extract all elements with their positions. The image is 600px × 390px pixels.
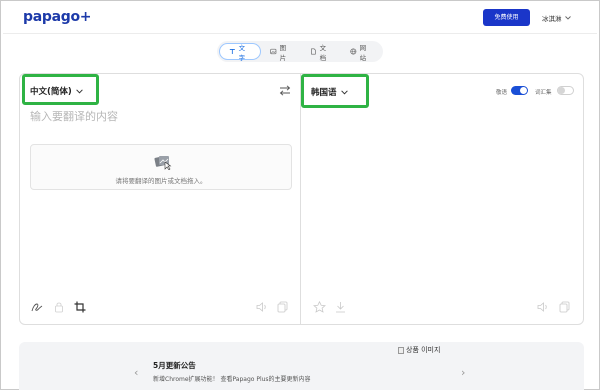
honorific-toggle[interactable] [511, 86, 528, 95]
source-language-label: 中文(简体) [30, 87, 72, 97]
tab-image[interactable]: 图片 [261, 43, 301, 62]
download-icon[interactable] [335, 301, 346, 313]
tab-image-label: 图片 [279, 43, 287, 62]
speaker-icon[interactable] [537, 301, 549, 313]
tab-document[interactable]: 文档 [301, 43, 341, 62]
source-text-input[interactable]: 输入要翻译的内容 [30, 108, 118, 124]
lock-icon [55, 302, 63, 313]
chevron-down-icon [340, 89, 348, 95]
swap-languages-icon[interactable] [279, 85, 291, 96]
copy-icon[interactable] [559, 301, 570, 313]
banner-image-alt: 상품 이미지 [406, 346, 441, 354]
banner-title: 5月更新公告 [153, 361, 196, 370]
banner-product-image: 상품 이미지 [398, 346, 468, 355]
update-banner[interactable]: ‹ 5月更新公告 新增Chrome扩展功能！ 查看Papago Plus的主要更… [19, 342, 584, 390]
papago-logo[interactable]: papago+ [23, 9, 92, 25]
user-name: 冰淇淋 [542, 15, 562, 23]
tab-document-label: 文档 [319, 43, 327, 62]
app-window: papago+ 免费使用 冰淇淋 文字 图片 文档 网站 中文(简体) 输入要翻… [0, 0, 600, 390]
glossary-toggle[interactable] [557, 86, 574, 95]
file-drop-zone[interactable]: 请将要翻译的图片或文档拖入。 [30, 144, 292, 190]
broken-image-icon [398, 347, 404, 354]
tab-website-label: 网站 [359, 43, 367, 62]
glossary-toggle-knob [558, 87, 565, 94]
document-icon [311, 48, 316, 55]
banner-next-arrow[interactable]: › [461, 366, 465, 379]
tab-text[interactable]: 文字 [219, 43, 261, 62]
header-divider [3, 33, 597, 34]
banner-prev-arrow[interactable]: ‹ [134, 366, 138, 379]
glossary-label: 词汇集 [535, 90, 552, 96]
target-language-label: 韩国语 [311, 88, 337, 98]
free-use-button[interactable]: 免费使用 [483, 9, 530, 26]
crop-icon[interactable] [74, 301, 86, 313]
honorific-label: 敬语 [496, 90, 508, 96]
target-panel: 韩国语 敬语 词汇集 [300, 73, 584, 325]
star-icon[interactable] [313, 301, 326, 313]
source-panel: 中文(简体) 输入要翻译的内容 请将要翻译的图片或文档拖入。 [19, 73, 301, 325]
tab-website[interactable]: 网站 [341, 43, 381, 62]
chevron-down-icon [76, 88, 83, 94]
text-icon [229, 49, 235, 54]
banner-subtitle: 新增Chrome扩展功能！ 查看Papago Plus的主要更新内容 [153, 376, 311, 383]
speaker-icon[interactable] [256, 301, 268, 313]
drop-zone-hint: 请将要翻译的图片或文档拖入。 [115, 177, 207, 185]
source-language-select[interactable]: 中文(简体) [30, 85, 83, 97]
chevron-down-icon [564, 16, 571, 20]
target-language-select[interactable]: 韩国语 [311, 86, 348, 98]
mode-tabs: 文字 图片 文档 网站 [217, 41, 383, 62]
image-icon [270, 48, 277, 55]
user-menu[interactable]: 冰淇淋 [542, 13, 571, 23]
copy-icon[interactable] [277, 301, 288, 313]
globe-icon [350, 48, 357, 55]
image-upload-icon [154, 156, 172, 170]
honorific-toggle-knob [520, 87, 527, 94]
handwriting-icon[interactable] [31, 301, 43, 313]
tab-text-label: 文字 [238, 43, 246, 62]
